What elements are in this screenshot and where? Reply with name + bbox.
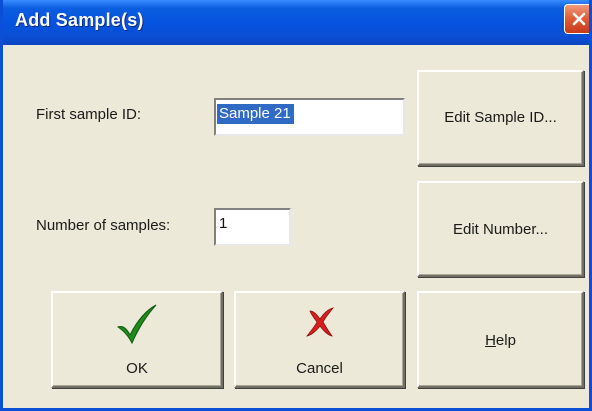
checkmark-icon bbox=[115, 303, 159, 349]
first-sample-id-input[interactable]: Sample 21 bbox=[214, 98, 405, 136]
cancel-label: Cancel bbox=[296, 360, 343, 377]
cancel-button[interactable]: Cancel bbox=[234, 291, 405, 388]
number-of-samples-input[interactable]: 1 bbox=[214, 208, 291, 246]
number-of-samples-value: 1 bbox=[219, 215, 228, 232]
edit-number-label: Edit Number... bbox=[452, 221, 549, 238]
x-mark-icon bbox=[304, 305, 336, 343]
dialog-title: Add Sample(s) bbox=[15, 10, 144, 30]
first-sample-id-label: First sample ID: bbox=[36, 106, 142, 123]
close-button[interactable] bbox=[564, 4, 589, 34]
edit-sample-id-button[interactable]: Edit Sample ID... bbox=[417, 70, 584, 166]
first-sample-id-value: Sample 21 bbox=[217, 104, 294, 124]
ok-label: OK bbox=[126, 360, 148, 377]
help-mnemonic: H bbox=[485, 332, 496, 349]
title-bar[interactable]: Add Sample(s) bbox=[3, 0, 589, 45]
edit-sample-id-label: Edit Sample ID... bbox=[444, 109, 557, 126]
add-samples-dialog: Add Sample(s) First sample ID: Sample 21… bbox=[0, 0, 592, 411]
ok-button[interactable]: OK bbox=[51, 291, 223, 388]
help-label: Help bbox=[419, 332, 582, 349]
number-of-samples-label: Number of samples: bbox=[36, 217, 171, 234]
close-icon bbox=[572, 12, 586, 26]
edit-number-button[interactable]: Edit Number... bbox=[417, 181, 584, 277]
help-button[interactable]: Help bbox=[417, 291, 584, 388]
help-label-rest: elp bbox=[495, 332, 516, 349]
